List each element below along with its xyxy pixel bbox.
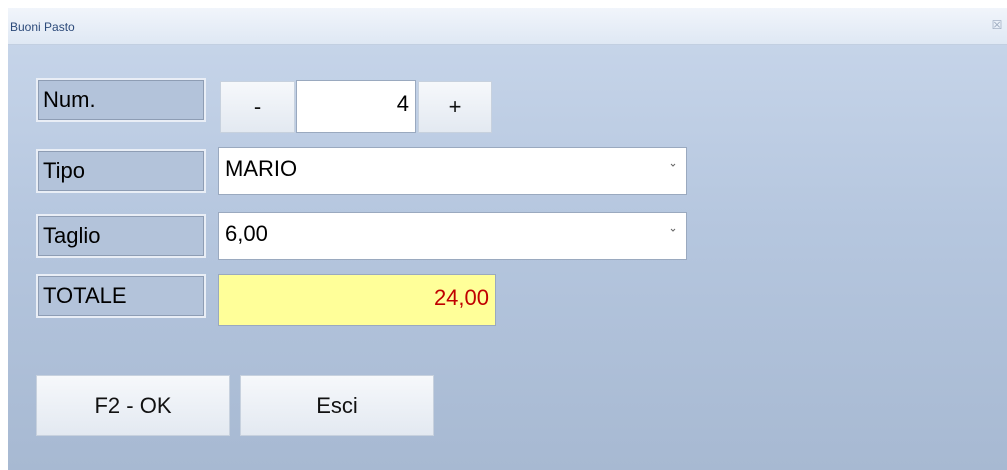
- num-label: Num.: [36, 78, 206, 122]
- tipo-selected-value: MARIO: [225, 156, 298, 181]
- taglio-label: Taglio: [36, 214, 206, 258]
- chevron-down-icon[interactable]: [668, 225, 678, 235]
- tipo-select[interactable]: MARIO: [218, 147, 687, 195]
- taglio-select[interactable]: 6,00: [218, 212, 687, 260]
- totale-label: TOTALE: [36, 274, 206, 318]
- window-title: Buoni Pasto: [10, 20, 75, 34]
- chevron-down-icon[interactable]: [668, 160, 678, 170]
- exit-button[interactable]: Esci: [240, 375, 434, 436]
- buoni-pasto-window: Buoni Pasto ☒ Num. - 4 + Tipo MARIO Tagl…: [8, 8, 1007, 470]
- tipo-label: Tipo: [36, 149, 206, 193]
- taglio-selected-value: 6,00: [225, 221, 268, 246]
- decrement-button[interactable]: -: [220, 81, 295, 133]
- total-value: 24,00: [218, 274, 496, 326]
- quantity-input[interactable]: 4: [296, 80, 416, 133]
- ok-button[interactable]: F2 - OK: [36, 375, 230, 436]
- title-bar[interactable]: Buoni Pasto ☒: [8, 8, 1007, 45]
- close-icon[interactable]: ☒: [989, 17, 1005, 33]
- increment-button[interactable]: +: [418, 81, 492, 133]
